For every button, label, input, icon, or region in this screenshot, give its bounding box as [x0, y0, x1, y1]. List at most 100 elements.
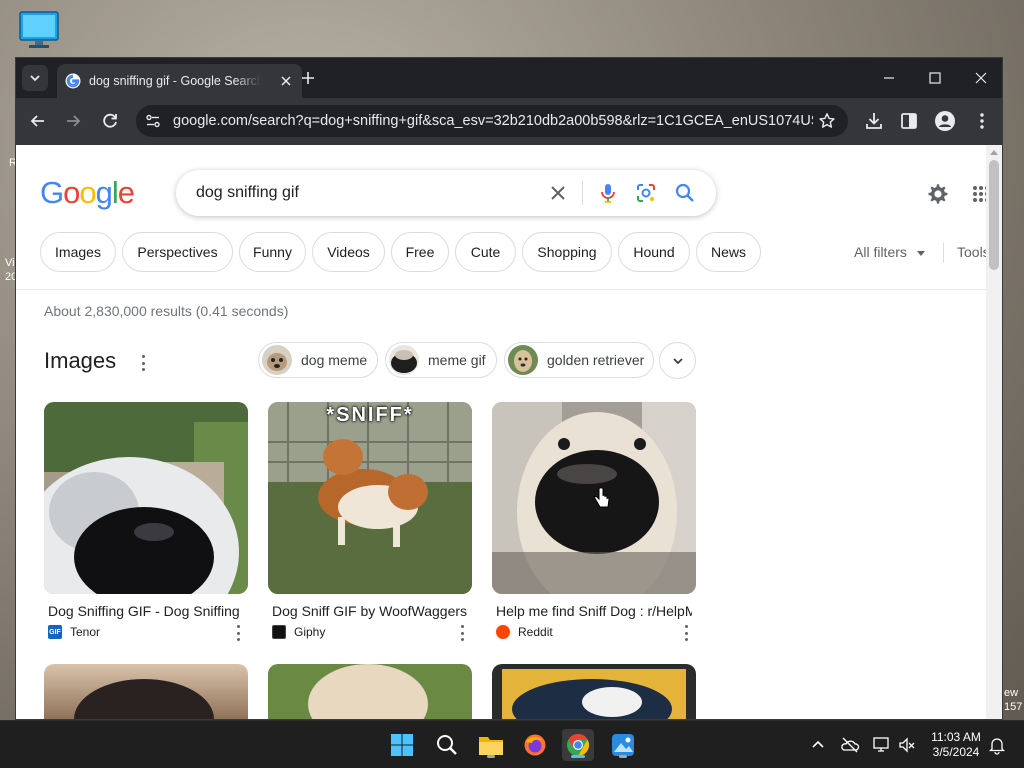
tab-search-button[interactable] [22, 65, 48, 91]
scroll-thumb[interactable] [989, 160, 999, 270]
running-indicator [619, 755, 627, 758]
related-chip-label: dog meme [301, 352, 368, 368]
tools-divider [943, 243, 944, 263]
firefox-button[interactable] [519, 729, 551, 761]
start-button[interactable] [386, 729, 418, 761]
chip-funny[interactable]: Funny [239, 232, 306, 272]
browser-menu-icon[interactable] [971, 110, 993, 132]
show-hidden-icons-chevron-icon[interactable] [808, 735, 828, 755]
scroll-up-icon[interactable] [990, 150, 998, 155]
image-result-card[interactable]: Help me find Sniff Dog : r/HelpMeFind Re… [492, 402, 696, 641]
search-box[interactable]: dog sniffing gif [176, 170, 716, 216]
minimize-icon[interactable] [877, 66, 901, 90]
thumbnail-image [262, 345, 292, 375]
close-tab-icon[interactable] [278, 73, 294, 89]
related-chip-meme-gif[interactable]: meme gif [385, 342, 497, 378]
more-options-icon[interactable] [141, 355, 145, 371]
result-image-white-dog[interactable] [492, 402, 696, 594]
taskbar-search-button[interactable] [431, 729, 463, 761]
photos-button[interactable] [607, 729, 639, 761]
reload-icon[interactable] [99, 110, 121, 132]
side-panel-icon[interactable] [898, 110, 920, 132]
address-bar[interactable]: google.com/search?q=dog+sniffing+gif&sca… [136, 105, 848, 137]
running-indicator [487, 755, 495, 758]
result-stats: About 2,830,000 results (0.41 seconds) [44, 303, 289, 319]
all-filters-button[interactable]: All filters [854, 244, 907, 260]
chip-hound[interactable]: Hound [618, 232, 690, 272]
logo-letter: o [79, 175, 96, 210]
chrome-window: dog sniffing gif - Google Search google.… [15, 57, 1003, 720]
url-text[interactable]: google.com/search?q=dog+sniffing+gif&sca… [173, 113, 813, 129]
result-source[interactable]: GIF Tenor [48, 625, 248, 641]
volume-muted-icon[interactable] [897, 735, 917, 755]
search-divider [582, 181, 583, 205]
clear-search-icon[interactable] [548, 183, 568, 203]
result-title[interactable]: Help me find Sniff Dog : r/HelpMeFind [496, 603, 692, 619]
result-title[interactable]: Dog Sniffing GIF - Dog Sniffing Cute - D… [48, 603, 244, 619]
search-results-page: Google dog sniffing gif Images Perspecti… [16, 145, 988, 719]
forward-arrow-icon[interactable] [62, 110, 84, 132]
thumbnail-image [389, 345, 419, 375]
page-scrollbar[interactable] [986, 145, 1002, 719]
result-source[interactable]: Giphy [272, 625, 472, 641]
maximize-icon[interactable] [923, 66, 947, 90]
chip-free[interactable]: Free [391, 232, 449, 272]
logo-letter: g [95, 175, 113, 210]
chip-news[interactable]: News [696, 232, 761, 272]
related-chip-golden-retriever[interactable]: golden retriever [504, 342, 654, 378]
result-image-husky[interactable] [44, 402, 248, 594]
desktop-label-fragment: ew [1004, 687, 1019, 699]
result-more-icon[interactable] [236, 625, 240, 641]
this-pc-desktop-icon[interactable] [18, 10, 60, 50]
back-arrow-icon[interactable] [27, 110, 49, 132]
downloads-icon[interactable] [863, 110, 885, 132]
result-image-corgi[interactable]: *SNIFF* [268, 402, 472, 594]
logo-letter: G [40, 175, 64, 210]
logo-letter: e [117, 175, 135, 210]
bookmark-star-icon[interactable] [818, 112, 836, 130]
google-logo[interactable]: Google [40, 175, 135, 211]
profile-avatar-icon[interactable] [934, 110, 956, 132]
browser-tab[interactable]: dog sniffing gif - Google Search [57, 64, 302, 98]
image-result-card[interactable] [492, 664, 696, 719]
images-section-heading: Images [44, 348, 117, 373]
firefox-icon [524, 734, 546, 756]
result-more-icon[interactable] [460, 625, 464, 641]
desktop-label-fragment: 157 [1004, 701, 1023, 713]
new-tab-icon[interactable] [298, 68, 318, 88]
image-result-card[interactable] [268, 664, 472, 719]
image-result-card[interactable]: *SNIFF* Dog Sniff GIF by WoofWaggers Gip… [268, 402, 472, 641]
settings-gear-icon[interactable] [926, 182, 950, 206]
voice-search-icon[interactable] [597, 182, 619, 204]
chevron-down-icon [30, 75, 40, 82]
google-lens-icon[interactable] [635, 182, 657, 204]
result-source[interactable]: Reddit [496, 625, 696, 641]
result-more-icon[interactable] [684, 625, 688, 641]
chip-shopping[interactable]: Shopping [522, 232, 612, 272]
search-icon[interactable] [674, 182, 696, 204]
related-chip-dog-meme[interactable]: dog meme [258, 342, 378, 378]
tools-button[interactable]: Tools [957, 244, 988, 260]
notification-bell-icon[interactable] [987, 735, 1007, 755]
chip-perspectives[interactable]: Perspectives [122, 232, 233, 272]
header-divider [16, 289, 988, 290]
image-result-card[interactable]: Dog Sniffing GIF - Dog Sniffing Cute - D… [44, 402, 248, 641]
file-explorer-button[interactable] [475, 729, 507, 761]
tenor-icon: GIF [48, 625, 62, 639]
expand-related-button[interactable] [659, 342, 696, 379]
image-result-card[interactable] [44, 664, 248, 719]
result-title[interactable]: Dog Sniff GIF by WoofWaggers [272, 603, 468, 619]
chrome-button[interactable] [562, 729, 594, 761]
close-window-icon[interactable] [969, 66, 993, 90]
site-settings-icon[interactable] [144, 112, 162, 130]
chip-videos[interactable]: Videos [312, 232, 385, 272]
dropdown-caret-icon [917, 251, 925, 256]
system-clock[interactable]: 11:03 AM 3/5/2024 [928, 730, 984, 760]
search-input[interactable]: dog sniffing gif [196, 184, 299, 202]
windows-taskbar: 11:03 AM 3/5/2024 [0, 720, 1024, 768]
chip-cute[interactable]: Cute [455, 232, 516, 272]
windows-logo-icon [391, 734, 413, 756]
onedrive-offline-icon[interactable] [840, 735, 860, 755]
chip-images[interactable]: Images [40, 232, 116, 272]
network-icon[interactable] [872, 735, 892, 755]
